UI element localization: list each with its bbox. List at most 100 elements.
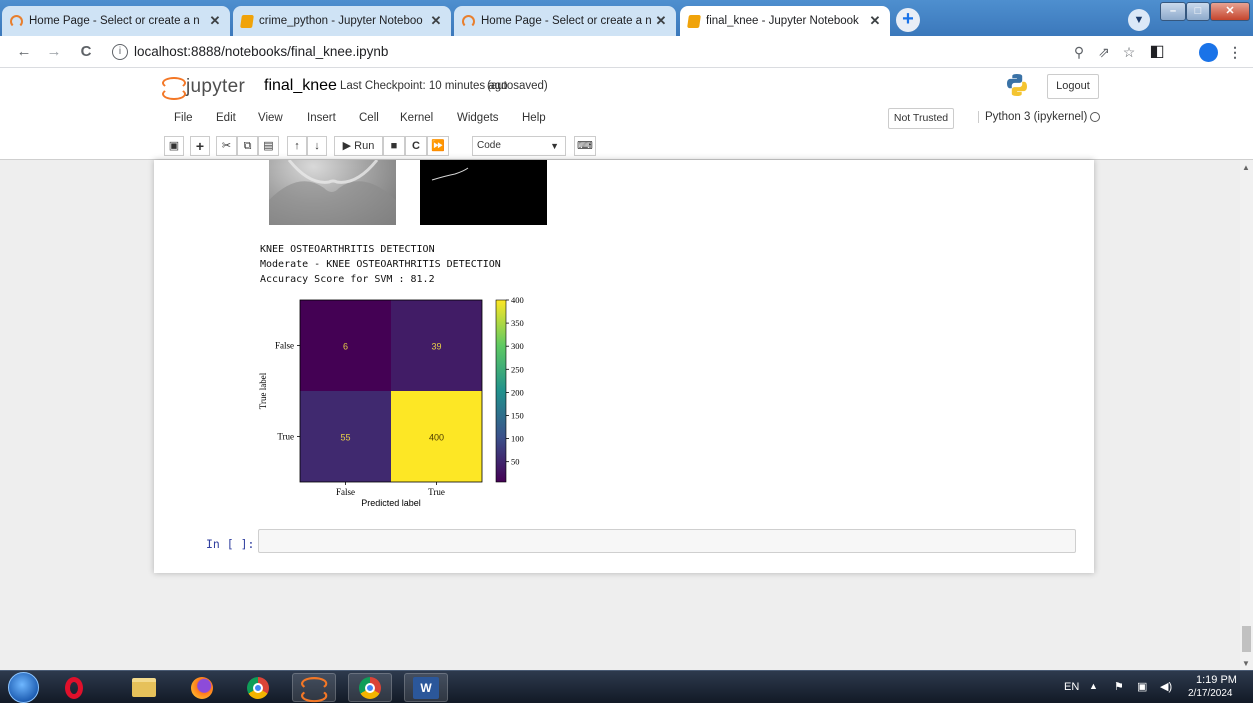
paste-icon[interactable]: ▤ — [258, 136, 279, 156]
stop-icon[interactable]: ■ — [383, 136, 405, 156]
tab-title: crime_python - Jupyter Noteboo — [259, 15, 423, 27]
output-line: Accuracy Score for SVM : 81.2 — [260, 274, 435, 285]
chrome-icon[interactable] — [236, 673, 280, 702]
menu-insert[interactable]: Insert — [307, 112, 336, 124]
start-button[interactable] — [8, 672, 39, 703]
info-icon[interactable]: i — [112, 44, 128, 60]
cell-type-select[interactable]: Code ▼ — [472, 136, 566, 156]
jupyter-icon — [10, 14, 23, 28]
word-icon[interactable]: W — [404, 673, 448, 702]
tab-title: final_knee - Jupyter Notebook — [706, 15, 859, 27]
menu-help[interactable]: Help — [522, 112, 546, 124]
side-panel-icon[interactable]: ◧ — [1148, 43, 1166, 61]
reload-icon[interactable]: C — [76, 42, 96, 62]
bookmark-star-icon[interactable]: ☆ — [1120, 43, 1138, 61]
menu-cell[interactable]: Cell — [359, 112, 379, 124]
colorbar-tick-label: 400 — [511, 295, 524, 305]
confusion-matrix-plot: 6 39 55 400 False True False True Predicted labe… — [258, 295, 524, 508]
jupyter-logo-text: jupyter — [186, 76, 246, 97]
colorbar — [495, 299, 507, 483]
notebook-name[interactable]: final_knee — [264, 77, 337, 95]
browser-tab-active[interactable]: final_knee - Jupyter Notebook ✕ — [680, 6, 890, 36]
kernel-name[interactable]: Python 3 (ipykernel) — [978, 111, 1087, 123]
move-up-icon[interactable]: ↑ — [287, 136, 307, 156]
scroll-up-icon[interactable]: ▲ — [1242, 163, 1250, 172]
browser-tab[interactable]: Home Page - Select or create a n ✕ — [454, 6, 676, 36]
menu-view[interactable]: View — [258, 112, 283, 124]
close-icon[interactable]: ✕ — [208, 13, 222, 29]
close-icon[interactable]: ✕ — [868, 13, 882, 29]
run-button[interactable]: ▶ Run — [334, 136, 383, 156]
cut-icon[interactable]: ✂ — [216, 136, 237, 156]
fast-forward-icon[interactable]: ⏩ — [427, 136, 449, 156]
firefox-icon[interactable] — [180, 673, 224, 702]
maximize-button[interactable]: □ — [1186, 2, 1210, 21]
page-scrollbar[interactable]: ▲ ▼ — [1240, 160, 1253, 670]
keyboard-icon[interactable]: ⌨ — [574, 136, 596, 156]
python-logo-icon — [1007, 74, 1027, 96]
menu-kebab-icon[interactable]: ⋮ — [1226, 43, 1244, 61]
copy-icon[interactable]: ⧉ — [237, 136, 258, 156]
y-tick-label: True — [277, 432, 294, 442]
cell-value-label: 6 — [343, 342, 348, 352]
edge-detection-image — [420, 160, 547, 225]
scroll-down-icon[interactable]: ▼ — [1242, 659, 1250, 668]
close-icon[interactable]: ✕ — [429, 13, 443, 29]
clock-time[interactable]: 1:19 PM — [1196, 674, 1237, 686]
y-tick-label: False — [275, 341, 294, 351]
windows-taskbar: W EN ▲ ⚑ ▣ ◀) 1:19 PM 2/17/2024 — [0, 670, 1253, 703]
back-icon[interactable]: ← — [14, 42, 34, 62]
new-tab-button[interactable]: + — [896, 8, 920, 32]
y-axis-label: True label — [258, 372, 268, 409]
close-window-button[interactable]: ✕ — [1210, 2, 1250, 21]
checkpoint-status: Last Checkpoint: 10 minutes ago — [340, 80, 508, 92]
menu-edit[interactable]: Edit — [216, 112, 236, 124]
notebook-icon — [687, 14, 701, 28]
logout-button[interactable]: Logout — [1047, 74, 1099, 99]
code-cell-input[interactable] — [258, 529, 1076, 553]
clock-date[interactable]: 2/17/2024 — [1188, 688, 1233, 699]
opera-icon[interactable] — [52, 673, 96, 702]
menu-file[interactable]: File — [174, 112, 193, 124]
menu-widgets[interactable]: Widgets — [457, 112, 499, 124]
notebook-icon — [240, 14, 254, 28]
x-tick-label: False — [336, 487, 355, 497]
restart-icon[interactable]: C — [405, 136, 427, 156]
save-icon[interactable]: ▣ — [164, 136, 184, 156]
jupyter-icon — [162, 77, 186, 100]
zoom-icon[interactable]: ⚲ — [1070, 43, 1088, 61]
chrome-active-icon[interactable] — [348, 673, 392, 702]
language-indicator[interactable]: EN — [1064, 681, 1079, 693]
move-down-icon[interactable]: ↓ — [307, 136, 327, 156]
action-center-flag-icon[interactable]: ⚑ — [1114, 680, 1124, 693]
network-icon[interactable]: ▣ — [1137, 680, 1147, 693]
share-icon[interactable]: ⇗ — [1095, 43, 1113, 61]
close-icon[interactable]: ✕ — [654, 13, 668, 29]
volume-icon[interactable]: ◀) — [1160, 680, 1172, 693]
minimize-button[interactable]: – — [1160, 2, 1186, 21]
run-label: Run — [354, 140, 375, 152]
cell-value-label: 55 — [340, 433, 350, 443]
menu-kernel[interactable]: Kernel — [400, 112, 433, 124]
profile-avatar[interactable] — [1199, 43, 1218, 62]
tray-expand-icon[interactable]: ▲ — [1089, 681, 1098, 691]
colorbar-tick-label: 150 — [511, 410, 524, 420]
insert-cell-icon[interactable]: + — [190, 136, 210, 156]
browser-tab[interactable]: crime_python - Jupyter Noteboo ✕ — [233, 6, 451, 36]
url-field[interactable]: localhost:8888/notebooks/final_knee.ipyn… — [134, 44, 388, 59]
chevron-down-icon[interactable]: ▼ — [1128, 9, 1150, 31]
x-axis-label: Predicted label — [361, 498, 421, 508]
play-icon: ▶ — [342, 140, 352, 152]
trust-button[interactable]: Not Trusted — [888, 108, 954, 129]
tab-title: Home Page - Select or create a n — [29, 15, 200, 27]
scrollbar-thumb[interactable] — [1242, 626, 1251, 652]
file-explorer-icon[interactable] — [122, 673, 166, 702]
jupyter-taskbar-icon[interactable] — [292, 673, 336, 702]
forward-icon[interactable]: → — [44, 42, 64, 62]
jupyter-logo[interactable]: jupyter — [162, 76, 246, 100]
colorbar-tick-label: 250 — [511, 364, 524, 374]
browser-tab[interactable]: Home Page - Select or create a n ✕ — [2, 6, 230, 36]
notebook-toolbar: ▣ + ✂ ⧉ ▤ ↑ ↓ ▶ Run ■ C ⏩ Code ▼ ⌨ — [160, 136, 1100, 158]
tab-title: Home Page - Select or create a n — [481, 15, 652, 27]
address-bar: ← → C i localhost:8888/notebooks/final_k… — [0, 36, 1253, 68]
